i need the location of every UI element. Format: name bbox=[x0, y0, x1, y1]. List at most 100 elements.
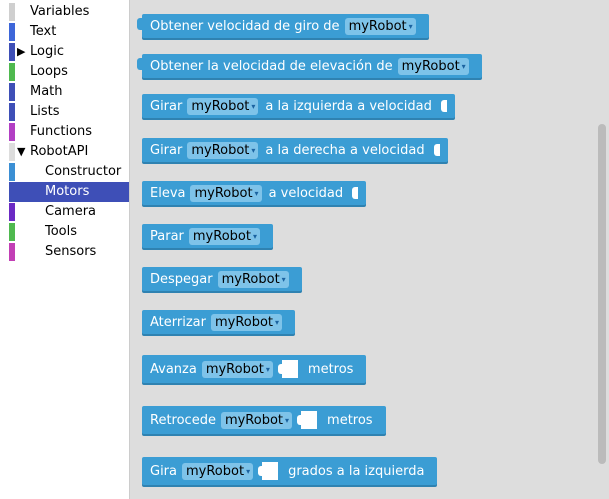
category-label: Camera bbox=[45, 204, 97, 219]
block-text-suffix: a la derecha a velocidad bbox=[265, 142, 425, 158]
value-input-slot[interactable] bbox=[258, 462, 279, 480]
block-advance[interactable]: Avanza myRobot ▾ metros bbox=[142, 355, 367, 383]
dropdown-value: myRobot bbox=[191, 98, 250, 114]
dropdown-arrow-icon: ▾ bbox=[246, 466, 251, 476]
block-text-suffix: grados a la izquierda bbox=[288, 463, 425, 479]
block-text: Eleva bbox=[150, 185, 186, 201]
block-land[interactable]: Aterrizar myRobot ▾ bbox=[142, 310, 296, 334]
category-constructor[interactable]: Constructor bbox=[9, 162, 129, 182]
category-color-bar bbox=[9, 63, 15, 81]
dropdown-value: myRobot bbox=[192, 228, 251, 244]
category-tools[interactable]: Tools bbox=[9, 222, 129, 242]
block-text: Retrocede bbox=[150, 412, 216, 428]
block-connector bbox=[137, 18, 143, 30]
category-loops[interactable]: Loops bbox=[9, 62, 129, 82]
category-color-bar bbox=[9, 143, 15, 161]
robot-dropdown[interactable]: myRobot ▾ bbox=[344, 17, 416, 35]
category-label: Functions bbox=[30, 124, 93, 139]
toolbox: Variables Text ▶ Logic Loops Math Lists … bbox=[0, 0, 130, 499]
block-stop[interactable]: Parar myRobot ▾ bbox=[142, 224, 273, 248]
dropdown-arrow-icon: ▾ bbox=[408, 21, 413, 31]
dropdown-value: myRobot bbox=[224, 412, 284, 428]
dropdown-value: myRobot bbox=[205, 361, 264, 377]
value-input-slot[interactable] bbox=[297, 411, 318, 429]
category-motors[interactable]: Motors bbox=[9, 182, 129, 202]
category-color-bar bbox=[9, 103, 15, 121]
expand-arrow-icon[interactable]: ▶ bbox=[17, 42, 25, 62]
category-label: Constructor bbox=[45, 164, 122, 179]
robot-dropdown[interactable]: myRobot ▾ bbox=[220, 411, 293, 429]
block-text-suffix: metros bbox=[327, 412, 373, 428]
block-rotate-left[interactable]: Gira myRobot ▾ grados a la izquierda bbox=[142, 457, 438, 485]
robot-dropdown[interactable]: myRobot ▾ bbox=[217, 270, 289, 288]
block-reverse[interactable]: Retrocede myRobot ▾ metros bbox=[142, 406, 386, 434]
robot-dropdown[interactable]: myRobot ▾ bbox=[188, 227, 260, 245]
category-label: Variables bbox=[30, 4, 90, 19]
robot-dropdown[interactable]: myRobot ▾ bbox=[210, 313, 283, 331]
category-color-bar bbox=[9, 243, 15, 261]
block-text: Avanza bbox=[150, 361, 197, 377]
block-text: Aterrizar bbox=[150, 314, 206, 330]
block-turn-left[interactable]: Girar myRobot ▾ a la izquierda a velocida… bbox=[142, 94, 455, 118]
dropdown-arrow-icon: ▾ bbox=[265, 364, 270, 374]
category-camera[interactable]: Camera bbox=[9, 202, 129, 222]
dropdown-value: myRobot bbox=[348, 18, 407, 34]
category-color-bar bbox=[9, 183, 15, 201]
category-label: Tools bbox=[45, 224, 78, 239]
robot-dropdown[interactable]: myRobot ▾ bbox=[397, 57, 469, 75]
block-text: Girar bbox=[150, 142, 183, 158]
dropdown-value: myRobot bbox=[191, 142, 250, 158]
dropdown-arrow-icon: ▾ bbox=[251, 101, 256, 111]
dropdown-arrow-icon: ▾ bbox=[275, 317, 280, 327]
dropdown-value: myRobot bbox=[401, 58, 460, 74]
category-label: Lists bbox=[30, 104, 60, 119]
category-lists[interactable]: Lists bbox=[9, 102, 129, 122]
category-functions[interactable]: Functions bbox=[9, 122, 129, 142]
category-variables[interactable]: Variables bbox=[9, 2, 129, 22]
robot-dropdown[interactable]: myRobot ▾ bbox=[187, 141, 259, 159]
category-color-bar bbox=[9, 43, 15, 61]
block-lift[interactable]: Eleva myRobot ▾ a velocidad bbox=[142, 181, 367, 205]
category-sensors[interactable]: Sensors bbox=[9, 242, 129, 262]
category-label: Sensors bbox=[45, 244, 97, 259]
block-take-off[interactable]: Despegar myRobot ▾ bbox=[142, 267, 302, 291]
block-get-lift-speed[interactable]: Obtener la velocidad de elevación de myR… bbox=[137, 54, 482, 78]
category-color-bar bbox=[9, 123, 15, 141]
block-get-turn-speed[interactable]: Obtener velocidad de giro de myRobot ▾ bbox=[137, 14, 429, 38]
dropdown-arrow-icon: ▾ bbox=[252, 231, 257, 241]
category-logic[interactable]: ▶ Logic bbox=[9, 42, 129, 62]
category-color-bar bbox=[9, 83, 15, 101]
block-turn-right[interactable]: Girar myRobot ▾ a la derecha a velocidad bbox=[142, 138, 448, 162]
dropdown-value: myRobot bbox=[194, 185, 253, 201]
block-text: Obtener la velocidad de elevación de bbox=[150, 58, 393, 74]
block-text: Despegar bbox=[150, 271, 213, 287]
robot-dropdown[interactable]: myRobot ▾ bbox=[190, 184, 262, 202]
block-text: Girar bbox=[150, 98, 183, 114]
category-label: RobotAPI bbox=[30, 144, 89, 159]
dropdown-arrow-icon: ▾ bbox=[251, 145, 256, 155]
flyout-scrollbar[interactable] bbox=[598, 124, 606, 464]
category-robotapi[interactable]: ▼ RobotAPI bbox=[9, 142, 129, 162]
value-input-socket[interactable] bbox=[352, 187, 359, 199]
dropdown-arrow-icon: ▾ bbox=[254, 188, 259, 198]
block-text-suffix: a la izquierda a velocidad bbox=[265, 98, 432, 114]
block-connector bbox=[137, 58, 143, 70]
robot-dropdown[interactable]: myRobot ▾ bbox=[187, 97, 259, 115]
category-text[interactable]: Text bbox=[9, 22, 129, 42]
value-input-socket[interactable] bbox=[440, 100, 447, 112]
category-color-bar bbox=[9, 223, 15, 241]
block-text-suffix: metros bbox=[307, 361, 354, 377]
dropdown-value: myRobot bbox=[221, 271, 280, 287]
robot-dropdown[interactable]: myRobot ▾ bbox=[201, 360, 273, 378]
block-text: Obtener velocidad de giro de bbox=[150, 18, 340, 34]
block-text: Gira bbox=[150, 463, 177, 479]
value-input-slot[interactable] bbox=[277, 360, 298, 378]
category-math[interactable]: Math bbox=[9, 82, 129, 102]
robot-dropdown[interactable]: myRobot ▾ bbox=[182, 462, 254, 480]
block-text: Parar bbox=[150, 228, 184, 244]
collapse-arrow-icon[interactable]: ▼ bbox=[17, 142, 25, 162]
category-label: Math bbox=[30, 84, 63, 99]
value-input-socket[interactable] bbox=[433, 144, 440, 156]
category-label: Text bbox=[30, 24, 57, 39]
category-color-bar bbox=[9, 203, 15, 221]
